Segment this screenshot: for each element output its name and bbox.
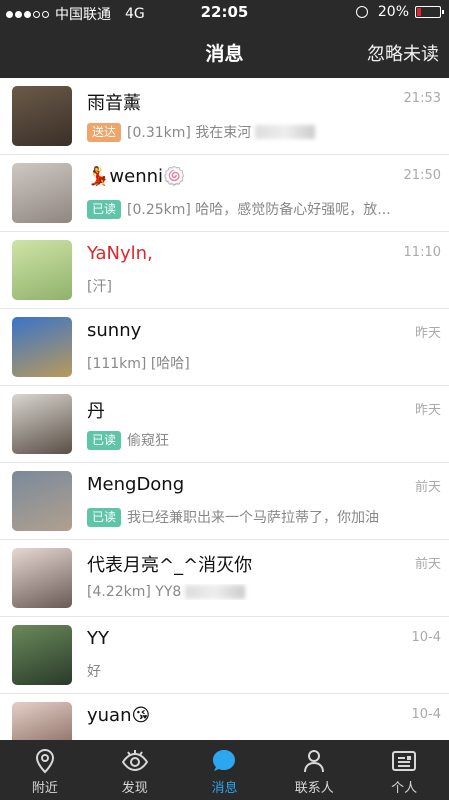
tab-label: 个人 [391, 781, 418, 796]
read-status-badge: 已读 [87, 199, 122, 219]
message-time: 11:10 [403, 245, 441, 260]
message-preview-text: [0.31km] 我在束河 [127, 125, 252, 141]
message-preview-text: 好 [87, 664, 101, 680]
conversation-row[interactable]: 代表月亮^_^消灭你 前天 [4.22km] YY8 [0, 540, 449, 617]
avatar[interactable] [12, 625, 72, 685]
conversation-row[interactable]: 雨音薰 21:53 送达 [0.31km] 我在束河 [0, 78, 449, 155]
contact-name: yuan😘 [87, 705, 150, 726]
conversation-row[interactable]: 丹 昨天已读 偷窥狂 [0, 386, 449, 463]
avatar[interactable] [12, 394, 72, 454]
message-preview: [汗] [87, 276, 419, 296]
nav-bar: 消息 忽略未读 [0, 26, 449, 78]
orientation-lock-icon [355, 6, 368, 18]
conversation-row[interactable]: MengDong 前天已读 我已经兼职出来一个马萨拉蒂了，你加油 [0, 463, 449, 540]
message-preview-text: 偷窥狂 [127, 433, 170, 449]
tab-label: 消息 [211, 781, 238, 796]
contact-name: 💃wenni🍥 [87, 166, 185, 187]
message-preview-text: [111km] [哈哈] [87, 356, 190, 372]
message-time: 21:50 [403, 168, 441, 183]
contact-name-text: sunny [87, 320, 142, 341]
message-preview: [4.22km] YY8 [87, 584, 419, 600]
message-preview: 送达 [0.31km] 我在束河 [87, 122, 419, 142]
message-preview-text: 我已经兼职出来一个马萨拉蒂了，你加油 [127, 510, 380, 526]
avatar[interactable] [12, 240, 72, 300]
contact-name: YY [87, 628, 109, 649]
message-preview-text: [汗] [87, 279, 112, 295]
avatar[interactable] [12, 163, 72, 223]
battery-percent: 20% [377, 4, 409, 20]
avatar[interactable] [12, 702, 72, 740]
message-time: 昨天 [414, 326, 441, 341]
contact-name: MengDong [87, 474, 184, 495]
message-time: 21:53 [403, 91, 441, 106]
name-emoji: 💃 [87, 166, 110, 187]
message-preview: 已读 我已经兼职出来一个马萨拉蒂了，你加油 [87, 507, 419, 527]
location-pin-icon [33, 748, 57, 777]
conversation-list[interactable]: 雨音薰 21:53 送达 [0.31km] 我在束河 💃wenni🍥 21:50 已读 [0.… [0, 78, 449, 740]
contact-name: 雨音薰 [87, 89, 141, 115]
ignore-unread-button[interactable]: 忽略未读 [367, 40, 439, 66]
message-preview-text: [4.22km] YY8 [87, 584, 182, 600]
message-time: 10-4 [411, 707, 441, 722]
tab-label: 附近 [31, 781, 58, 796]
message-preview: 好 [87, 661, 419, 681]
message-time: 昨天 [414, 403, 441, 418]
battery-icon [415, 6, 444, 18]
tab-id-card[interactable]: 个人 [359, 740, 449, 800]
contact-name-text: YaNyln, [87, 243, 153, 264]
conversation-row[interactable]: yuan😘 10-4 [0, 694, 449, 740]
conversation-row[interactable]: YY 10-4 好 [0, 617, 449, 694]
chat-bubble-icon [211, 748, 237, 777]
tab-eye[interactable]: 发现 [90, 740, 180, 800]
tab-chat-bubble[interactable]: 消息 [180, 740, 270, 800]
tab-location-pin[interactable]: 附近 [0, 740, 90, 800]
contact-name-text: 丹 [87, 401, 105, 422]
contact-name-text: wenni [109, 166, 164, 187]
avatar[interactable] [12, 317, 72, 377]
read-status-badge: 已读 [87, 507, 122, 527]
contact-name-text: 雨音薰 [87, 93, 141, 114]
status-right: 20% [355, 4, 444, 20]
tab-person[interactable]: 联系人 [269, 740, 359, 800]
conversation-row[interactable]: sunny 昨天 [111km] [哈哈] [0, 309, 449, 386]
message-time: 前天 [414, 480, 441, 495]
status-bar: 中国联通 4G 22:05 20% [0, 0, 449, 26]
contact-name-text: 代表月亮^_^消灭你 [87, 555, 253, 576]
tab-label: 联系人 [294, 781, 334, 796]
redacted-text [255, 125, 316, 139]
avatar[interactable] [12, 86, 72, 146]
contact-name-text: yuan [87, 705, 132, 726]
contact-name-text: MengDong [87, 474, 185, 495]
avatar[interactable] [12, 471, 72, 531]
contact-name-text: YY [87, 628, 109, 649]
tab-label: 发现 [121, 781, 148, 796]
eye-icon [121, 748, 149, 777]
name-emoji: 🍥 [163, 166, 186, 187]
message-preview: 已读 [0.25km] 哈哈，感觉防备心好强呢，放... [87, 199, 419, 219]
read-status-badge: 已读 [87, 430, 122, 450]
contact-name: sunny [87, 320, 141, 341]
message-preview: [111km] [哈哈] [87, 353, 419, 373]
read-status-badge: 送达 [87, 122, 122, 142]
message-time: 前天 [414, 557, 441, 572]
conversation-row[interactable]: 💃wenni🍥 21:50 已读 [0.25km] 哈哈，感觉防备心好强呢，放... [0, 155, 449, 232]
person-icon [302, 748, 326, 777]
id-card-icon [391, 748, 417, 777]
avatar[interactable] [12, 548, 72, 608]
message-preview-text: [0.25km] 哈哈，感觉防备心好强呢，放... [127, 202, 391, 218]
contact-name: YaNyln, [87, 243, 153, 264]
contact-name: 丹 [87, 397, 105, 423]
tab-bar: 附近 发现 消息 联系人 个人 [0, 740, 449, 800]
conversation-row[interactable]: YaNyln, 11:10 [汗] [0, 232, 449, 309]
message-preview: 已读 偷窥狂 [87, 430, 419, 450]
name-emoji: 😘 [131, 705, 151, 726]
contact-name: 代表月亮^_^消灭你 [87, 551, 252, 577]
message-time: 10-4 [411, 630, 441, 645]
redacted-text [185, 585, 246, 599]
